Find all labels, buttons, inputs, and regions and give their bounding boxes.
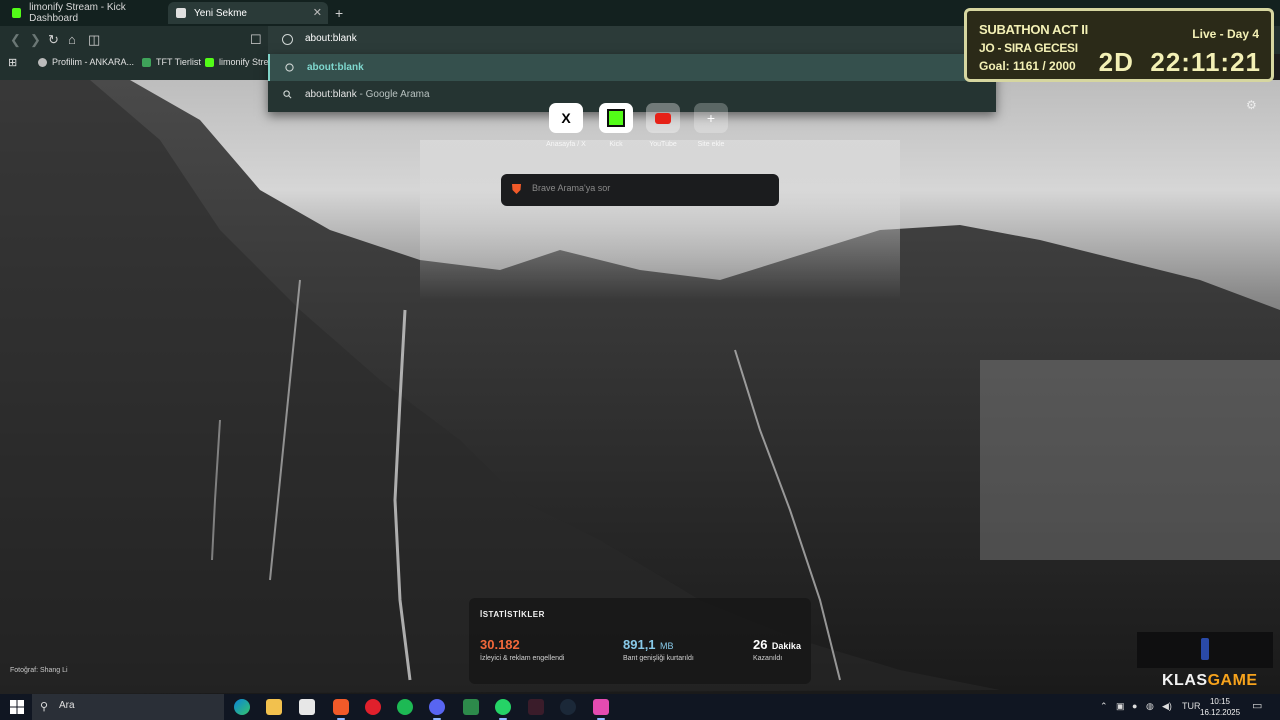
suggestion-text: about:blank <box>305 89 357 100</box>
taskbar-search-box[interactable]: ⚲ <box>32 694 224 720</box>
stats-title: İSTATİSTİKLER <box>480 610 545 619</box>
notification-icon[interactable]: ▭ <box>1252 699 1262 712</box>
x-icon: X <box>549 103 583 133</box>
klasgame-logo: KLASGAME <box>1162 672 1258 689</box>
subathon-title: SUBATHON ACT II <box>979 22 1088 37</box>
close-tab-icon[interactable]: ✕ <box>313 6 322 19</box>
steam-icon[interactable] <box>560 699 576 715</box>
can-icon <box>1201 638 1209 660</box>
subathon-widget: SUBATHON ACT II Live - Day 4 JO - SIRA G… <box>964 8 1274 82</box>
kick-icon <box>205 57 214 67</box>
subathon-status: Live - Day 4 <box>1192 27 1259 41</box>
stat-bandwidth-saved: 891,1 MB Bant genişliği kurtarıldı <box>623 637 694 662</box>
new-tab-button[interactable]: + <box>335 5 343 21</box>
explorer-icon[interactable] <box>266 699 282 715</box>
chevron-up-icon[interactable]: ⌃ <box>1100 701 1108 712</box>
tab-kick-dashboard[interactable]: limonify Stream - Kick Dashboard <box>4 2 164 24</box>
suggestion-suffix: - Google Arama <box>356 89 430 100</box>
shortcut-x[interactable]: X Anasayfa / X <box>546 103 586 148</box>
subathon-subtitle: JO - SIRA GECESI <box>979 41 1078 55</box>
bookmark-item[interactable]: TFT Tierlist <box>142 57 201 67</box>
brave-lion-icon <box>512 184 521 194</box>
stat-trackers-blocked: 30.182 İzleyici & reklam engellendi <box>480 637 565 662</box>
bookmark-icon[interactable]: ☐ <box>250 32 262 48</box>
edge-icon[interactable] <box>234 699 250 715</box>
tab-new-tab[interactable]: Yeni Sekme ✕ <box>168 2 328 24</box>
kick-icon <box>12 8 22 18</box>
network-icon[interactable]: ◍ <box>1146 701 1154 712</box>
microphone-icon[interactable]: ● <box>1132 701 1137 711</box>
windows-start-icon[interactable] <box>10 700 24 714</box>
subathon-goal: Goal: 1161 / 2000 <box>979 59 1076 73</box>
shortcut-youtube[interactable]: YouTube <box>643 103 683 148</box>
address-bar[interactable] <box>268 26 996 54</box>
plus-icon: + <box>694 103 728 133</box>
app-icon[interactable] <box>463 699 479 715</box>
gear-icon[interactable]: ⚙ <box>1246 98 1257 112</box>
clock-time: 10:15 <box>1209 697 1231 706</box>
volume-icon[interactable]: ◀) <box>1162 701 1172 712</box>
clock-date: 16.12.2025 <box>1200 708 1241 717</box>
whatsapp-icon[interactable] <box>495 699 511 720</box>
home-button[interactable]: ⌂ <box>68 32 76 48</box>
shortcut-add-site[interactable]: + Site ekle <box>691 103 731 148</box>
app2-icon[interactable] <box>593 699 609 720</box>
photo-credit: Fotoğraf: Shang Li <box>10 667 68 674</box>
shortcut-kick[interactable]: Kick <box>596 103 636 148</box>
apps-grid-icon[interactable]: ⊞ <box>8 56 17 69</box>
brave-icon[interactable] <box>333 699 349 720</box>
tab-title: limonify Stream - Kick Dashboard <box>29 2 126 24</box>
cam-overlay <box>1137 632 1273 668</box>
language-indicator[interactable]: TUR <box>1182 701 1201 711</box>
toolbar-filler <box>0 72 268 80</box>
spotify-icon[interactable] <box>397 699 413 715</box>
globe-icon <box>282 34 293 45</box>
brave-icon <box>176 8 186 18</box>
sidebar-toggle-icon[interactable]: ◫ <box>88 32 100 48</box>
opera-icon[interactable] <box>365 699 381 715</box>
bookmarks-bar: ⊞ Profilim - ANKARA... TFT Tierlist limo… <box>0 54 274 72</box>
stat-time-saved: 26 Dakika Kazanıldı <box>753 637 801 662</box>
taskbar: ⚲ ⌃ ▣ ● ◍ ◀) TUR 10:15 16.12.2025 ▭ <box>0 694 1280 720</box>
top-sites: X Anasayfa / X Kick YouTube + Site ekle <box>540 103 740 155</box>
subathon-timer: 2D 22:11:21 <box>1098 47 1261 77</box>
bookmark-item[interactable]: Profilim - ANKARA... <box>38 57 134 67</box>
brave-search-box[interactable] <box>501 174 779 206</box>
forward-button[interactable]: ❯ <box>30 32 41 48</box>
kick-icon <box>599 103 633 133</box>
reload-button[interactable]: ↻ <box>48 32 59 48</box>
youtube-icon <box>646 103 680 133</box>
back-button[interactable]: ❮ <box>10 32 21 48</box>
address-input[interactable] <box>305 33 905 44</box>
discord-icon[interactable] <box>429 699 445 720</box>
taskbar-clock[interactable]: 10:15 16.12.2025 <box>1200 696 1240 718</box>
tft-icon <box>142 57 151 67</box>
search-icon: ⚲ <box>40 701 49 713</box>
bookmark-item[interactable]: limonify Strea <box>205 57 274 67</box>
profile-icon <box>38 57 47 67</box>
capcut-icon[interactable] <box>528 699 544 715</box>
stats-card: İSTATİSTİKLER 30.182 İzleyici & reklam e… <box>469 598 811 684</box>
tray-app-icon[interactable]: ▣ <box>1116 701 1125 712</box>
taskbar-search-input[interactable] <box>59 700 209 711</box>
brave-search-input[interactable] <box>532 183 762 193</box>
globe-icon <box>285 63 294 72</box>
store-icon[interactable] <box>299 699 315 715</box>
tab-title: Yeni Sekme <box>194 7 247 19</box>
suggestion-item[interactable]: about:blank <box>268 54 996 81</box>
search-icon <box>283 90 292 99</box>
